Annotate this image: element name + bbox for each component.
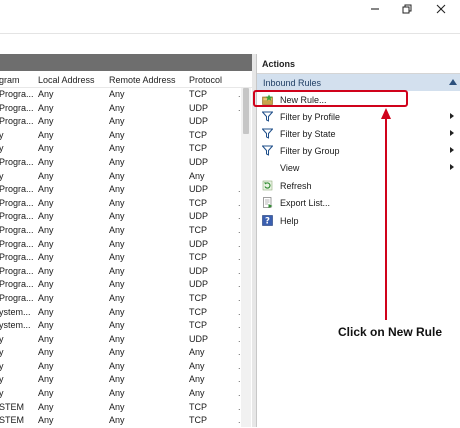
annotation-arrow xyxy=(381,108,391,320)
arrow-head-icon xyxy=(381,108,391,119)
annotation-label: Click on New Rule xyxy=(338,325,443,339)
